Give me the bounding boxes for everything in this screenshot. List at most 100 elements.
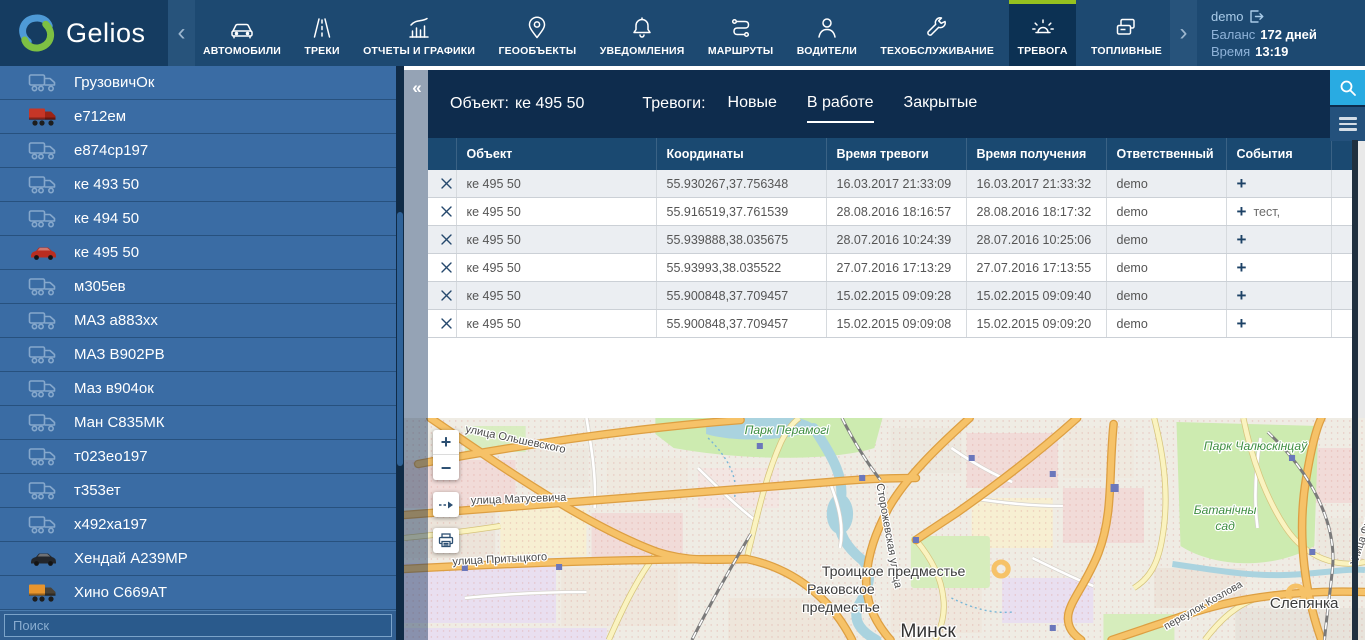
add-event-button[interactable]: + (1237, 315, 1247, 332)
vehicle-list-item[interactable]: Ман С835МК (0, 406, 396, 440)
vehicle-list-item[interactable]: х492ха197 (0, 508, 396, 542)
alarm-row[interactable]: ке 495 50 55.930267,37.756348 16.03.2017 2… (428, 170, 1352, 198)
truck-ghost-icon (26, 310, 60, 331)
vehicle-list-item[interactable]: Хендай А239МР (0, 542, 396, 576)
column-header[interactable]: События (1226, 138, 1332, 170)
nav-item-label: ТЕХОБСЛУЖИВАНИЕ (880, 45, 995, 57)
column-header[interactable]: Координаты (656, 138, 827, 170)
vehicle-list-item[interactable]: ке 495 50 (0, 236, 396, 270)
logout-icon[interactable] (1249, 10, 1264, 23)
vehicle-name: Хендай А239МР (74, 550, 188, 567)
map-zoom-out-button[interactable]: − (433, 455, 459, 480)
vehicle-name: е874ср197 (74, 142, 149, 159)
brand-name: Gelios (66, 17, 146, 48)
gelios-logo-icon (19, 14, 55, 52)
map-label-rakovskoe-2: предместье (802, 599, 880, 615)
nav-item-voditeli[interactable]: ВОДИТЕЛИ (789, 0, 865, 66)
add-event-button[interactable]: + (1237, 259, 1247, 276)
vehicle-name: ке 494 50 (74, 210, 140, 227)
sidebar-scrollbar-thumb[interactable] (397, 212, 403, 466)
alarm-row[interactable]: ке 495 50 55.900848,37.709457 15.02.2015 0… (428, 281, 1352, 310)
column-header[interactable]: Ответственный (1106, 138, 1227, 170)
nav-item-label: УВЕДОМЛЕНИЯ (599, 45, 685, 57)
vehicle-list-item[interactable]: е874ср197 (0, 134, 396, 168)
map-measure-button[interactable] (433, 492, 459, 517)
search-input[interactable] (4, 614, 392, 637)
vehicle-list-item[interactable]: т353ет (0, 474, 396, 508)
cell-object: ке 495 50 (456, 170, 657, 198)
nav-item-geoobekty[interactable]: ГЕООБЪЕКТЫ (490, 0, 584, 66)
alarm-row[interactable]: ке 495 50 55.916519,37.761539 28.08.2016 1… (428, 197, 1352, 226)
nav-item-avtomobili[interactable]: АВТОМОБИЛИ (195, 0, 289, 66)
nav-item-uvedomleniya[interactable]: УВЕДОМЛЕНИЯ (592, 0, 693, 66)
car-black-icon (26, 551, 60, 567)
sidebar-collapse-button[interactable]: « (404, 70, 428, 640)
nav-item-marshruty[interactable]: МАРШРУТЫ (700, 0, 782, 66)
nav-item-label: ТРЕВОГА (1017, 45, 1068, 57)
vehicle-list-item[interactable]: МАЗ а883хх (0, 304, 396, 338)
chevron-right-icon: › (1179, 19, 1188, 46)
panel-menu-button[interactable] (1330, 107, 1365, 141)
dashed-arrow-icon (439, 501, 453, 508)
vehicle-list-item[interactable]: ке 494 50 (0, 202, 396, 236)
vehicle-list-item[interactable]: Хино С669АТ (0, 576, 396, 610)
content-scrollbar[interactable] (1352, 140, 1358, 640)
close-alarm-button[interactable] (439, 260, 454, 275)
tab-new[interactable]: Новые (728, 94, 777, 123)
alarm-row[interactable]: ке 495 50 55.939888,38.035675 28.07.2016 1… (428, 225, 1352, 254)
panel-search-button[interactable] (1330, 70, 1365, 105)
close-alarm-button[interactable] (439, 176, 454, 191)
vehicle-list-item[interactable]: МАЗ В902РВ (0, 338, 396, 372)
map-label-batanichny-2: сад (1215, 519, 1235, 533)
close-alarm-button[interactable] (439, 316, 454, 331)
sidebar-scrollbar[interactable] (396, 66, 404, 640)
alarm-panel: Объект: ке 495 50 Тревоги: Новые В работ… (428, 70, 1365, 338)
close-alarm-button[interactable] (439, 204, 454, 219)
road-icon (309, 13, 335, 41)
column-header[interactable]: Время получения (966, 138, 1107, 170)
nav-item-toplivnye[interactable]: ТОПЛИВНЫЕ (1083, 0, 1170, 66)
vehicle-list-item[interactable]: ГрузовичОк (0, 66, 396, 100)
truck-ghost-icon (26, 514, 60, 535)
close-alarm-button[interactable] (439, 288, 454, 303)
nav-item-otchety[interactable]: ОТЧЕТЫ И ГРАФИКИ (355, 0, 483, 66)
nav-scroll-right[interactable]: › (1170, 0, 1197, 66)
vehicle-list-item[interactable]: т023ео197 (0, 440, 396, 474)
alarm-row[interactable]: ке 495 50 55.93993,38.035522 27.07.2016 17… (428, 253, 1352, 282)
add-event-button[interactable]: + (1237, 231, 1247, 248)
cell-alarm-time: 27.07.2016 17:13:29 (826, 253, 967, 282)
truck-ghost-icon (26, 208, 60, 229)
vehicle-list-item[interactable]: е712ем (0, 100, 396, 134)
add-event-button[interactable]: + (1237, 203, 1247, 220)
close-alarm-button[interactable] (439, 232, 454, 247)
cell-coords: 55.939888,38.035675 (656, 225, 827, 254)
vehicle-name: т023ео197 (74, 448, 148, 465)
tab-closed[interactable]: Закрытые (904, 94, 978, 123)
hamburger-icon (1338, 117, 1357, 120)
nav-item-trevoga[interactable]: ТРЕВОГА (1009, 0, 1076, 66)
add-event-button[interactable]: + (1237, 175, 1247, 192)
close-alarm-cell (428, 225, 457, 254)
map[interactable]: Парк Перамогі улица Ольшевского улица Ма… (404, 418, 1365, 640)
map-print-button[interactable] (433, 528, 459, 553)
cell-events: + (1226, 170, 1332, 198)
car-icon (229, 13, 255, 41)
alarm-row[interactable]: ке 495 50 55.900848,37.709457 15.02.2015 0… (428, 309, 1352, 338)
vehicle-list-item[interactable]: Маз в904ок (0, 372, 396, 406)
map-label-batanichny-1: Батанічны (1194, 503, 1257, 517)
nav-item-tehobsluzhivanie[interactable]: ТЕХОБСЛУЖИВАНИЕ (872, 0, 1002, 66)
nav-scroll-left[interactable]: ‹ (168, 0, 195, 66)
column-header[interactable]: Объект (456, 138, 657, 170)
object-value: ке 495 50 (514, 95, 585, 112)
truck-ghost-icon (26, 276, 60, 297)
tab-in-progress[interactable]: В работе (806, 94, 874, 123)
user-name[interactable]: demo (1211, 8, 1244, 26)
map-zoom-in-button[interactable]: + (433, 430, 459, 455)
cell-coords: 55.930267,37.756348 (656, 170, 827, 198)
vehicle-list-item[interactable]: м305ев (0, 270, 396, 304)
vehicle-list-item[interactable]: ке 493 50 (0, 168, 396, 202)
column-header[interactable]: Время тревоги (826, 138, 967, 170)
nav-item-treki[interactable]: ТРЕКИ (296, 0, 347, 66)
add-event-button[interactable]: + (1237, 287, 1247, 304)
content-scrollbar-track[interactable] (1358, 140, 1365, 418)
